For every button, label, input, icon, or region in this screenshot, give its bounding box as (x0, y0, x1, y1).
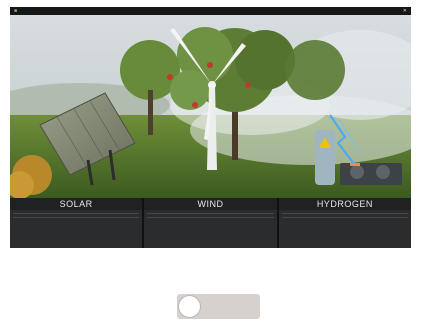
toggle-knob[interactable] (178, 295, 201, 318)
toggle-switch[interactable] (177, 294, 260, 319)
energy-scene-illustration (10, 15, 411, 198)
hydrogen-experiment-3[interactable] (282, 219, 408, 221)
wind-experiment-1[interactable] (147, 211, 274, 214)
wind-experiment-3[interactable] (147, 219, 273, 221)
wind-title: WIND (144, 198, 277, 210)
wind-column: WIND (144, 198, 277, 248)
app-logo-icon: ■ (14, 8, 18, 14)
solar-title: SOLAR (10, 198, 143, 210)
hydrogen-experiment-2[interactable] (281, 215, 408, 218)
solar-experiment-3[interactable] (13, 219, 139, 221)
hydrogen-column: HYDROGEN (278, 198, 411, 248)
title-bar: ■ ✕ (10, 7, 411, 15)
solar-experiment-2[interactable] (13, 215, 140, 218)
solar-experiment-1[interactable] (13, 211, 140, 214)
solar-column: SOLAR (10, 198, 143, 248)
hydrogen-title: HYDROGEN (278, 198, 411, 210)
wind-experiment-2[interactable] (147, 215, 274, 218)
hydrogen-experiment-1[interactable] (281, 211, 408, 214)
close-icon[interactable]: ✕ (403, 7, 407, 15)
app-window: ■ ✕ SOLAR WIND HYDROGEN (10, 7, 411, 248)
category-columns: SOLAR WIND HYDROGEN (10, 198, 411, 248)
